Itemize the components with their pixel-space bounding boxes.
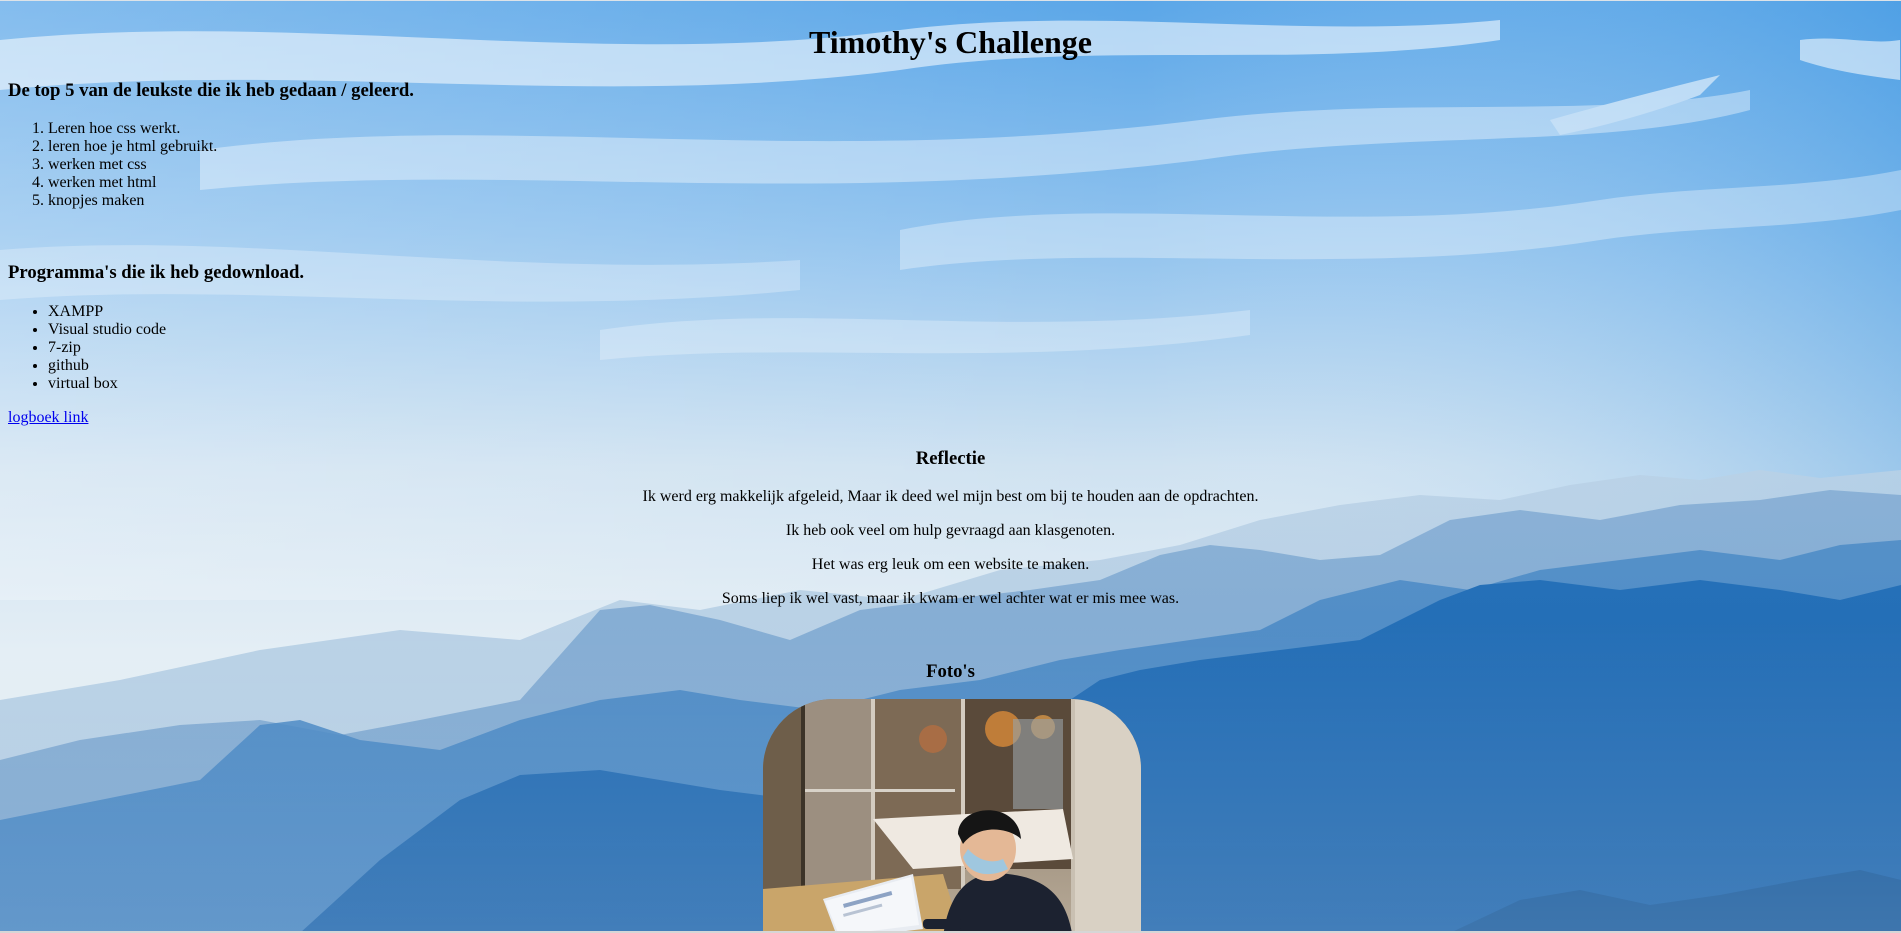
top5-item: knopjes maken [48, 192, 1893, 210]
program-item: github [48, 357, 1893, 375]
reflection-paragraph: Ik werd erg makkelijk afgeleid, Maar ik … [642, 488, 1259, 505]
logbook-paragraph: logboek link [8, 409, 1893, 427]
top5-heading: De top 5 van de leukste die ik heb gedaa… [8, 80, 414, 101]
top5-item: werken met html [48, 174, 1893, 192]
program-item: 7-zip [48, 339, 1893, 357]
reflection-paragraph: Soms liep ik wel vast, maar ik kwam er w… [721, 590, 1180, 607]
reflection-paragraph: Ik heb ook veel om hulp gevraagd aan kla… [785, 522, 1116, 539]
top5-list: Leren hoe css werkt. leren hoe je html g… [8, 120, 1893, 210]
photos-heading: Foto's [926, 661, 975, 682]
logbook-link[interactable]: logboek link [8, 409, 88, 426]
browser-viewport: Timothy's Challenge De top 5 van de leuk… [0, 0, 1901, 933]
programs-heading: Programma's die ik heb gedownload. [8, 262, 305, 283]
program-item: Visual studio code [48, 321, 1893, 339]
program-item: virtual box [48, 375, 1893, 393]
reflection-heading: Reflectie [915, 448, 986, 469]
student-photo [762, 699, 1141, 933]
programs-list: XAMPP Visual studio code 7-zip github vi… [8, 303, 1893, 393]
top5-item: werken met css [48, 156, 1893, 174]
reflection-paragraph: Het was erg leuk om een website te maken… [811, 556, 1090, 573]
page-content: Timothy's Challenge De top 5 van de leuk… [0, 21, 1901, 933]
top5-item: leren hoe je html gebruikt. [48, 138, 1893, 156]
program-item: XAMPP [48, 303, 1893, 321]
top5-item: Leren hoe css werkt. [48, 120, 1893, 138]
top-divider [0, 0, 1901, 1]
page-title: Timothy's Challenge [809, 24, 1092, 60]
photo-image [762, 699, 1141, 933]
